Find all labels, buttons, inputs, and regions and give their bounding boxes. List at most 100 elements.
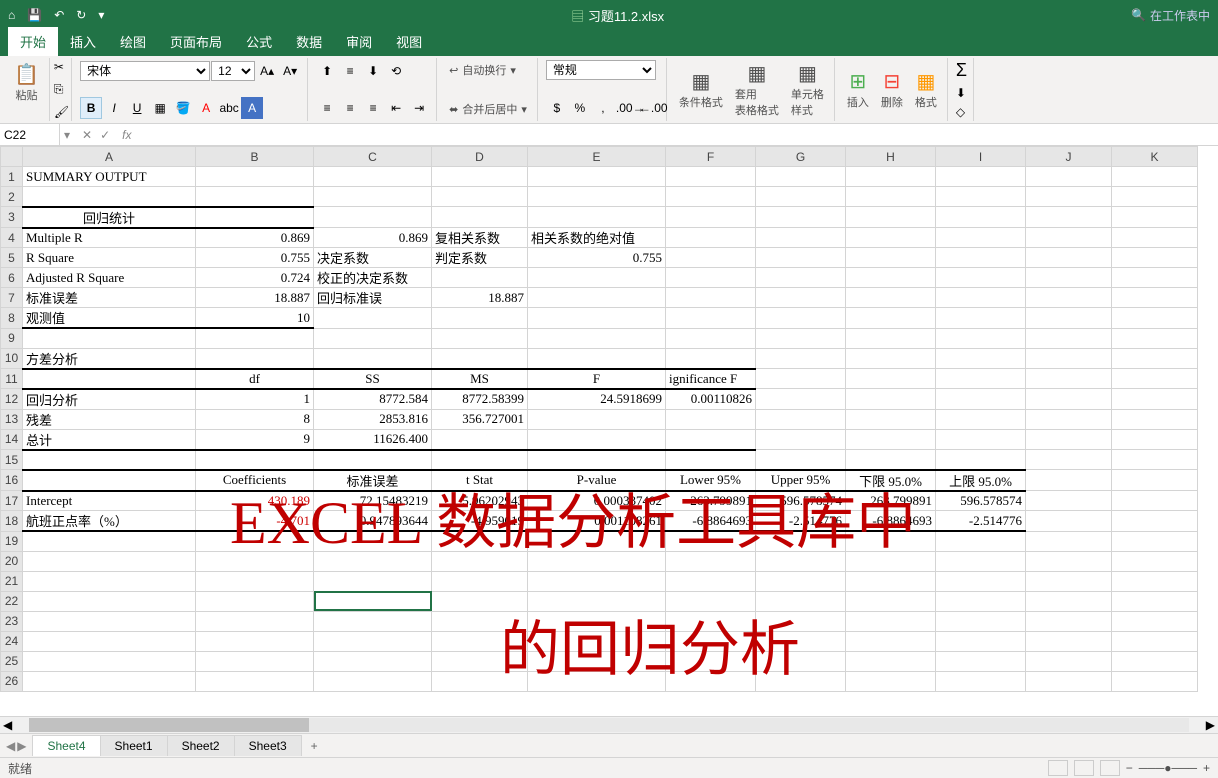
cell-C12[interactable]: 8772.584 [314,389,432,410]
cell-I15[interactable] [936,450,1026,470]
sheet-tab-Sheet4[interactable]: Sheet4 [32,735,100,756]
clear-icon[interactable]: ◇ [956,105,967,119]
cell-H21[interactable] [846,571,936,591]
cell-K26[interactable] [1112,671,1198,691]
fill-icon[interactable]: ⬇ [956,86,967,100]
cell-D1[interactable] [432,167,528,187]
cell-H7[interactable] [846,288,936,308]
cell-G21[interactable] [756,571,846,591]
sheet-nav-first-icon[interactable]: ◀ [6,739,15,753]
name-box[interactable] [0,124,60,145]
cell-G15[interactable] [756,450,846,470]
cell-A19[interactable] [23,531,196,551]
scroll-left-icon[interactable]: ◀ [0,718,15,732]
cell-H17[interactable]: 263.799891 [846,491,936,511]
cell-I16[interactable]: 上限 95.0% [936,470,1026,491]
scroll-thumb[interactable] [29,718,309,732]
cell-K5[interactable] [1112,248,1198,268]
select-all-corner[interactable] [1,147,23,167]
percent-button[interactable]: % [569,97,591,119]
column-header-I[interactable]: I [936,147,1026,167]
cell-J5[interactable] [1026,248,1112,268]
cell-I8[interactable] [936,308,1026,329]
cell-C22[interactable] [314,591,432,611]
indent-decrease-button[interactable]: ⇤ [385,97,407,119]
cell-F23[interactable] [666,611,756,631]
cell-K13[interactable] [1112,409,1198,429]
cell-C6[interactable]: 校正的决定系数 [314,268,432,288]
cell-F25[interactable] [666,651,756,671]
cell-B16[interactable]: Coefficients [196,470,314,491]
format-cells-button[interactable]: ▦格式 [911,67,941,112]
cell-E24[interactable] [528,631,666,651]
zoom-in-button[interactable]: + [1203,761,1210,775]
cell-I26[interactable] [936,671,1026,691]
cell-J12[interactable] [1026,389,1112,410]
table-format-button[interactable]: ▦套用 表格格式 [731,59,783,120]
row-header-12[interactable]: 12 [1,389,23,410]
cell-E22[interactable] [528,591,666,611]
cell-I7[interactable] [936,288,1026,308]
cell-I4[interactable] [936,228,1026,248]
cell-H12[interactable] [846,389,936,410]
cell-K3[interactable] [1112,207,1198,228]
cell-H9[interactable] [846,328,936,348]
cell-B9[interactable] [196,328,314,348]
cell-G14[interactable] [756,429,846,450]
cell-E13[interactable] [528,409,666,429]
cell-K22[interactable] [1112,591,1198,611]
number-format-select[interactable]: 常规 [546,60,656,80]
cell-K23[interactable] [1112,611,1198,631]
cell-D9[interactable] [432,328,528,348]
cell-C11[interactable]: SS [314,369,432,389]
cell-K25[interactable] [1112,651,1198,671]
cell-G23[interactable] [756,611,846,631]
ribbon-tab-插入[interactable]: 插入 [58,27,108,56]
column-header-E[interactable]: E [528,147,666,167]
conditional-format-button[interactable]: ▦条件格式 [675,67,727,112]
cell-G5[interactable] [756,248,846,268]
cell-J24[interactable] [1026,631,1112,651]
cell-I18[interactable]: -2.514776 [936,511,1026,532]
cell-D19[interactable] [432,531,528,551]
cancel-icon[interactable]: ✕ [82,128,92,142]
cell-G13[interactable] [756,409,846,429]
copy-icon[interactable]: ⎘ [54,82,69,97]
column-header-J[interactable]: J [1026,147,1112,167]
cell-D6[interactable] [432,268,528,288]
cell-H2[interactable] [846,187,936,207]
cell-A15[interactable] [23,450,196,470]
cell-J16[interactable] [1026,470,1112,491]
cell-F5[interactable] [666,248,756,268]
cell-I19[interactable] [936,531,1026,551]
ribbon-tab-绘图[interactable]: 绘图 [108,27,158,56]
cell-E9[interactable] [528,328,666,348]
cell-C14[interactable]: 11626.400 [314,429,432,450]
cell-F13[interactable] [666,409,756,429]
cell-I2[interactable] [936,187,1026,207]
fx-icon[interactable]: fx [118,128,135,142]
search-box[interactable]: 🔍 在工作表中 [1131,7,1210,24]
cell-E12[interactable]: 24.5918699 [528,389,666,410]
cell-H6[interactable] [846,268,936,288]
cell-G12[interactable] [756,389,846,410]
cell-H19[interactable] [846,531,936,551]
cell-F7[interactable] [666,288,756,308]
cell-D7[interactable]: 18.887 [432,288,528,308]
cell-D18[interactable]: -4.959019 [432,511,528,532]
row-header-24[interactable]: 24 [1,631,23,651]
cell-A7[interactable]: 标准误差 [23,288,196,308]
column-header-B[interactable]: B [196,147,314,167]
sheet-tab-Sheet3[interactable]: Sheet3 [234,735,302,756]
normal-view-button[interactable] [1048,760,1068,776]
row-header-15[interactable]: 15 [1,450,23,470]
ribbon-tab-开始[interactable]: 开始 [8,27,58,56]
align-right-button[interactable]: ≡ [362,97,384,119]
ribbon-tab-公式[interactable]: 公式 [234,27,284,56]
currency-button[interactable]: $ [546,97,568,119]
cell-D23[interactable] [432,611,528,631]
cell-C9[interactable] [314,328,432,348]
cell-F19[interactable] [666,531,756,551]
cell-G4[interactable] [756,228,846,248]
row-header-21[interactable]: 21 [1,571,23,591]
